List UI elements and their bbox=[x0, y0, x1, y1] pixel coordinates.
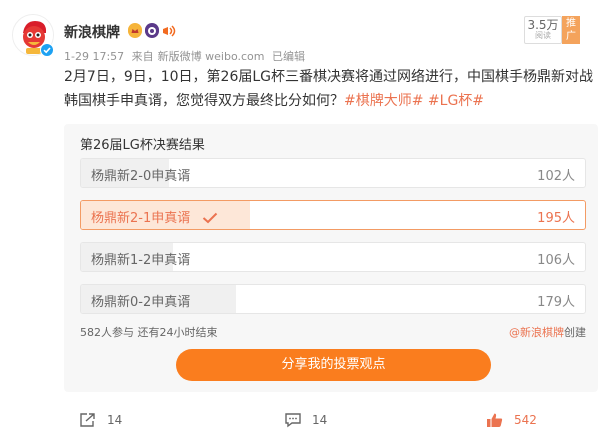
poll-option-label: 杨鼎新2-1申真谞 bbox=[91, 211, 191, 226]
poll-option-count: 179人 bbox=[537, 295, 575, 310]
comment-count: 14 bbox=[312, 413, 328, 427]
checkmark-icon bbox=[202, 209, 218, 228]
author-name[interactable]: 新浪棋牌 bbox=[64, 22, 120, 42]
hashtag-link[interactable]: #LG杯# bbox=[428, 93, 484, 109]
forward-icon bbox=[80, 413, 95, 427]
forward-count: 14 bbox=[107, 413, 123, 427]
medal-icon[interactable] bbox=[145, 23, 159, 38]
poll-option-selected[interactable]: 杨鼎新2-1申真谞 195人 bbox=[80, 200, 586, 230]
poll-creator-link[interactable]: @新浪棋牌 bbox=[509, 326, 564, 339]
post-time[interactable]: 1-29 17:57 bbox=[64, 50, 124, 63]
comment-icon bbox=[285, 413, 301, 428]
forward-button[interactable]: 14 bbox=[79, 412, 122, 428]
poll-option-label: 杨鼎新2-0申真谞 bbox=[91, 169, 191, 184]
comment-button[interactable]: 14 bbox=[284, 412, 327, 428]
thumbs-up-icon bbox=[487, 413, 503, 427]
view-count: 3.5万 阅读 bbox=[524, 16, 562, 44]
poll-option-label: 杨鼎新0-2申真谞 bbox=[91, 295, 191, 310]
post-meta: 1-29 17:57 来自 新版微博 weibo.com 已编辑 bbox=[64, 48, 309, 64]
member-crown-icon[interactable] bbox=[128, 23, 142, 38]
promote-button[interactable]: 推广 bbox=[562, 16, 580, 44]
poll-option-count: 106人 bbox=[537, 253, 575, 268]
poll-option[interactable]: 杨鼎新1-2申真谞 106人 bbox=[80, 242, 586, 272]
share-vote-button[interactable]: 分享我的投票观点 bbox=[176, 349, 491, 381]
view-count-label: 阅读 bbox=[535, 31, 551, 41]
poll-option-count: 195人 bbox=[537, 211, 575, 226]
poll-creator-suffix: 创建 bbox=[564, 326, 586, 339]
poll-status: 582人参与 还有24小时结束 bbox=[80, 326, 218, 339]
poll-option[interactable]: 杨鼎新0-2申真谞 179人 bbox=[80, 284, 586, 314]
fans-badge-icon[interactable] bbox=[162, 23, 176, 37]
poll-creator: @新浪棋牌创建 bbox=[509, 324, 586, 340]
edited-label[interactable]: 已编辑 bbox=[272, 50, 305, 63]
post-text: 2月7日，9日，10日，第26届LG杯三番棋决赛将通过网络进行，中国棋手杨鼎新对… bbox=[64, 65, 594, 113]
like-button[interactable]: 542 bbox=[486, 412, 537, 428]
source-prefix: 来自 bbox=[131, 50, 154, 63]
verified-badge-icon bbox=[40, 43, 54, 57]
poll-card: 第26届LG杯决赛结果 杨鼎新2-0申真谞 102人 杨鼎新2-1申真谞 195… bbox=[64, 124, 598, 392]
like-count: 542 bbox=[514, 413, 537, 427]
poll-option-label: 杨鼎新1-2申真谞 bbox=[91, 253, 191, 268]
hashtag-link[interactable]: #棋牌大师# bbox=[344, 93, 423, 109]
post-source[interactable]: 新版微博 weibo.com bbox=[158, 50, 265, 63]
poll-title: 第26届LG杯决赛结果 bbox=[80, 138, 205, 153]
post-body: 2月7日，9日，10日，第26届LG杯三番棋决赛将通过网络进行，中国棋手杨鼎新对… bbox=[64, 69, 593, 109]
poll-option-count: 102人 bbox=[537, 169, 575, 184]
poll-option[interactable]: 杨鼎新2-0申真谞 102人 bbox=[80, 158, 586, 188]
